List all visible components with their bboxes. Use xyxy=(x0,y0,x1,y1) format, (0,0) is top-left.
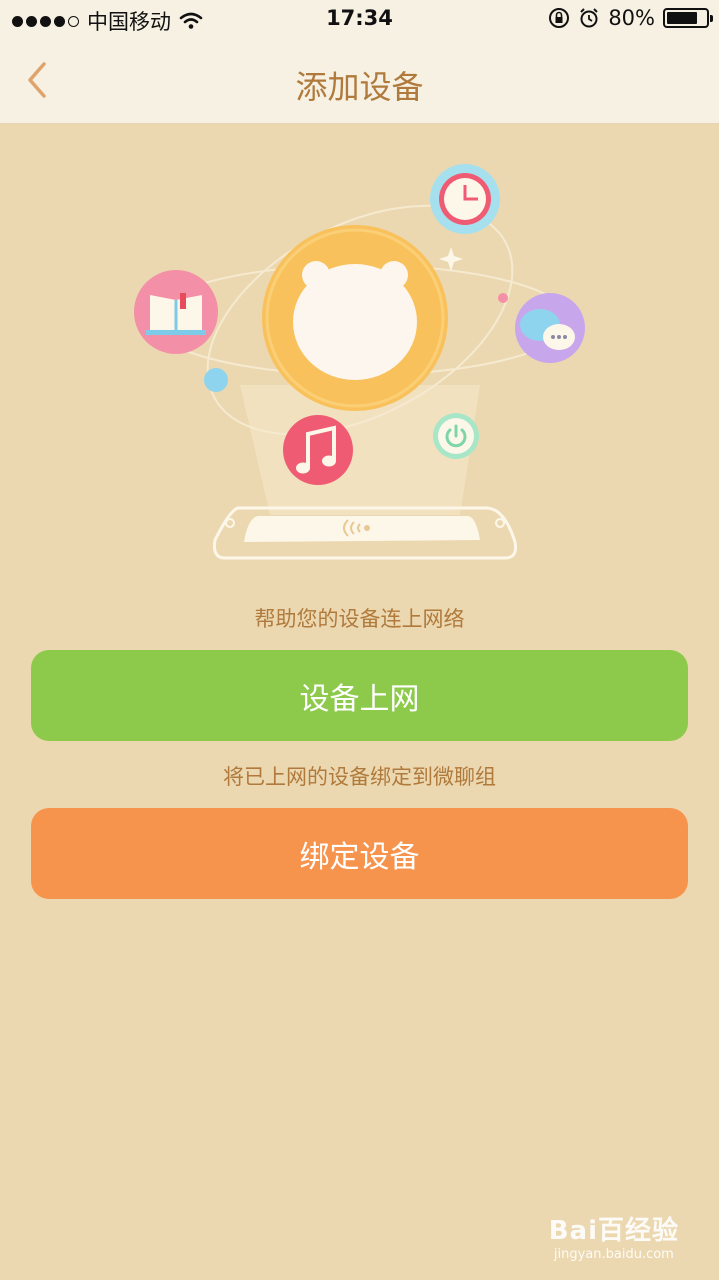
clock-icon xyxy=(430,164,500,234)
bind-hint: 将已上网的设备绑定到微聊组 xyxy=(223,765,496,789)
status-bar: 中国移动 17:34 80% xyxy=(0,0,719,40)
bind-device-button[interactable]: 绑定设备 xyxy=(31,808,688,899)
battery-fill xyxy=(667,12,698,24)
rotation-lock-icon xyxy=(549,8,570,28)
book-icon xyxy=(134,270,218,354)
status-right: 80% xyxy=(548,6,713,30)
alarm-icon xyxy=(580,8,599,28)
network-hint: 帮助您的设备连上网络 xyxy=(254,607,465,631)
page-title: 添加设备 xyxy=(295,68,424,106)
device-illustration xyxy=(134,164,585,560)
navigation-bar: 添加设备 xyxy=(0,40,719,124)
sparkle-icon xyxy=(439,247,463,271)
device-online-button[interactable]: 设备上网 xyxy=(31,650,688,741)
baidu-watermark: Bai百经验 jingyan.baidu.com xyxy=(549,1210,679,1262)
music-icon xyxy=(283,415,353,485)
battery-icon xyxy=(663,8,713,28)
bind-device-label: 绑定设备 xyxy=(299,839,420,875)
power-icon xyxy=(433,413,479,459)
bear-avatar xyxy=(262,225,448,411)
chat-icon xyxy=(515,293,585,363)
device-online-label: 设备上网 xyxy=(299,681,420,717)
watermark-url: jingyan.baidu.com xyxy=(553,1247,674,1262)
watermark-logo: Bai百经验 xyxy=(548,1216,679,1246)
battery-percent: 80% xyxy=(608,6,655,30)
phone-icon xyxy=(213,506,517,560)
